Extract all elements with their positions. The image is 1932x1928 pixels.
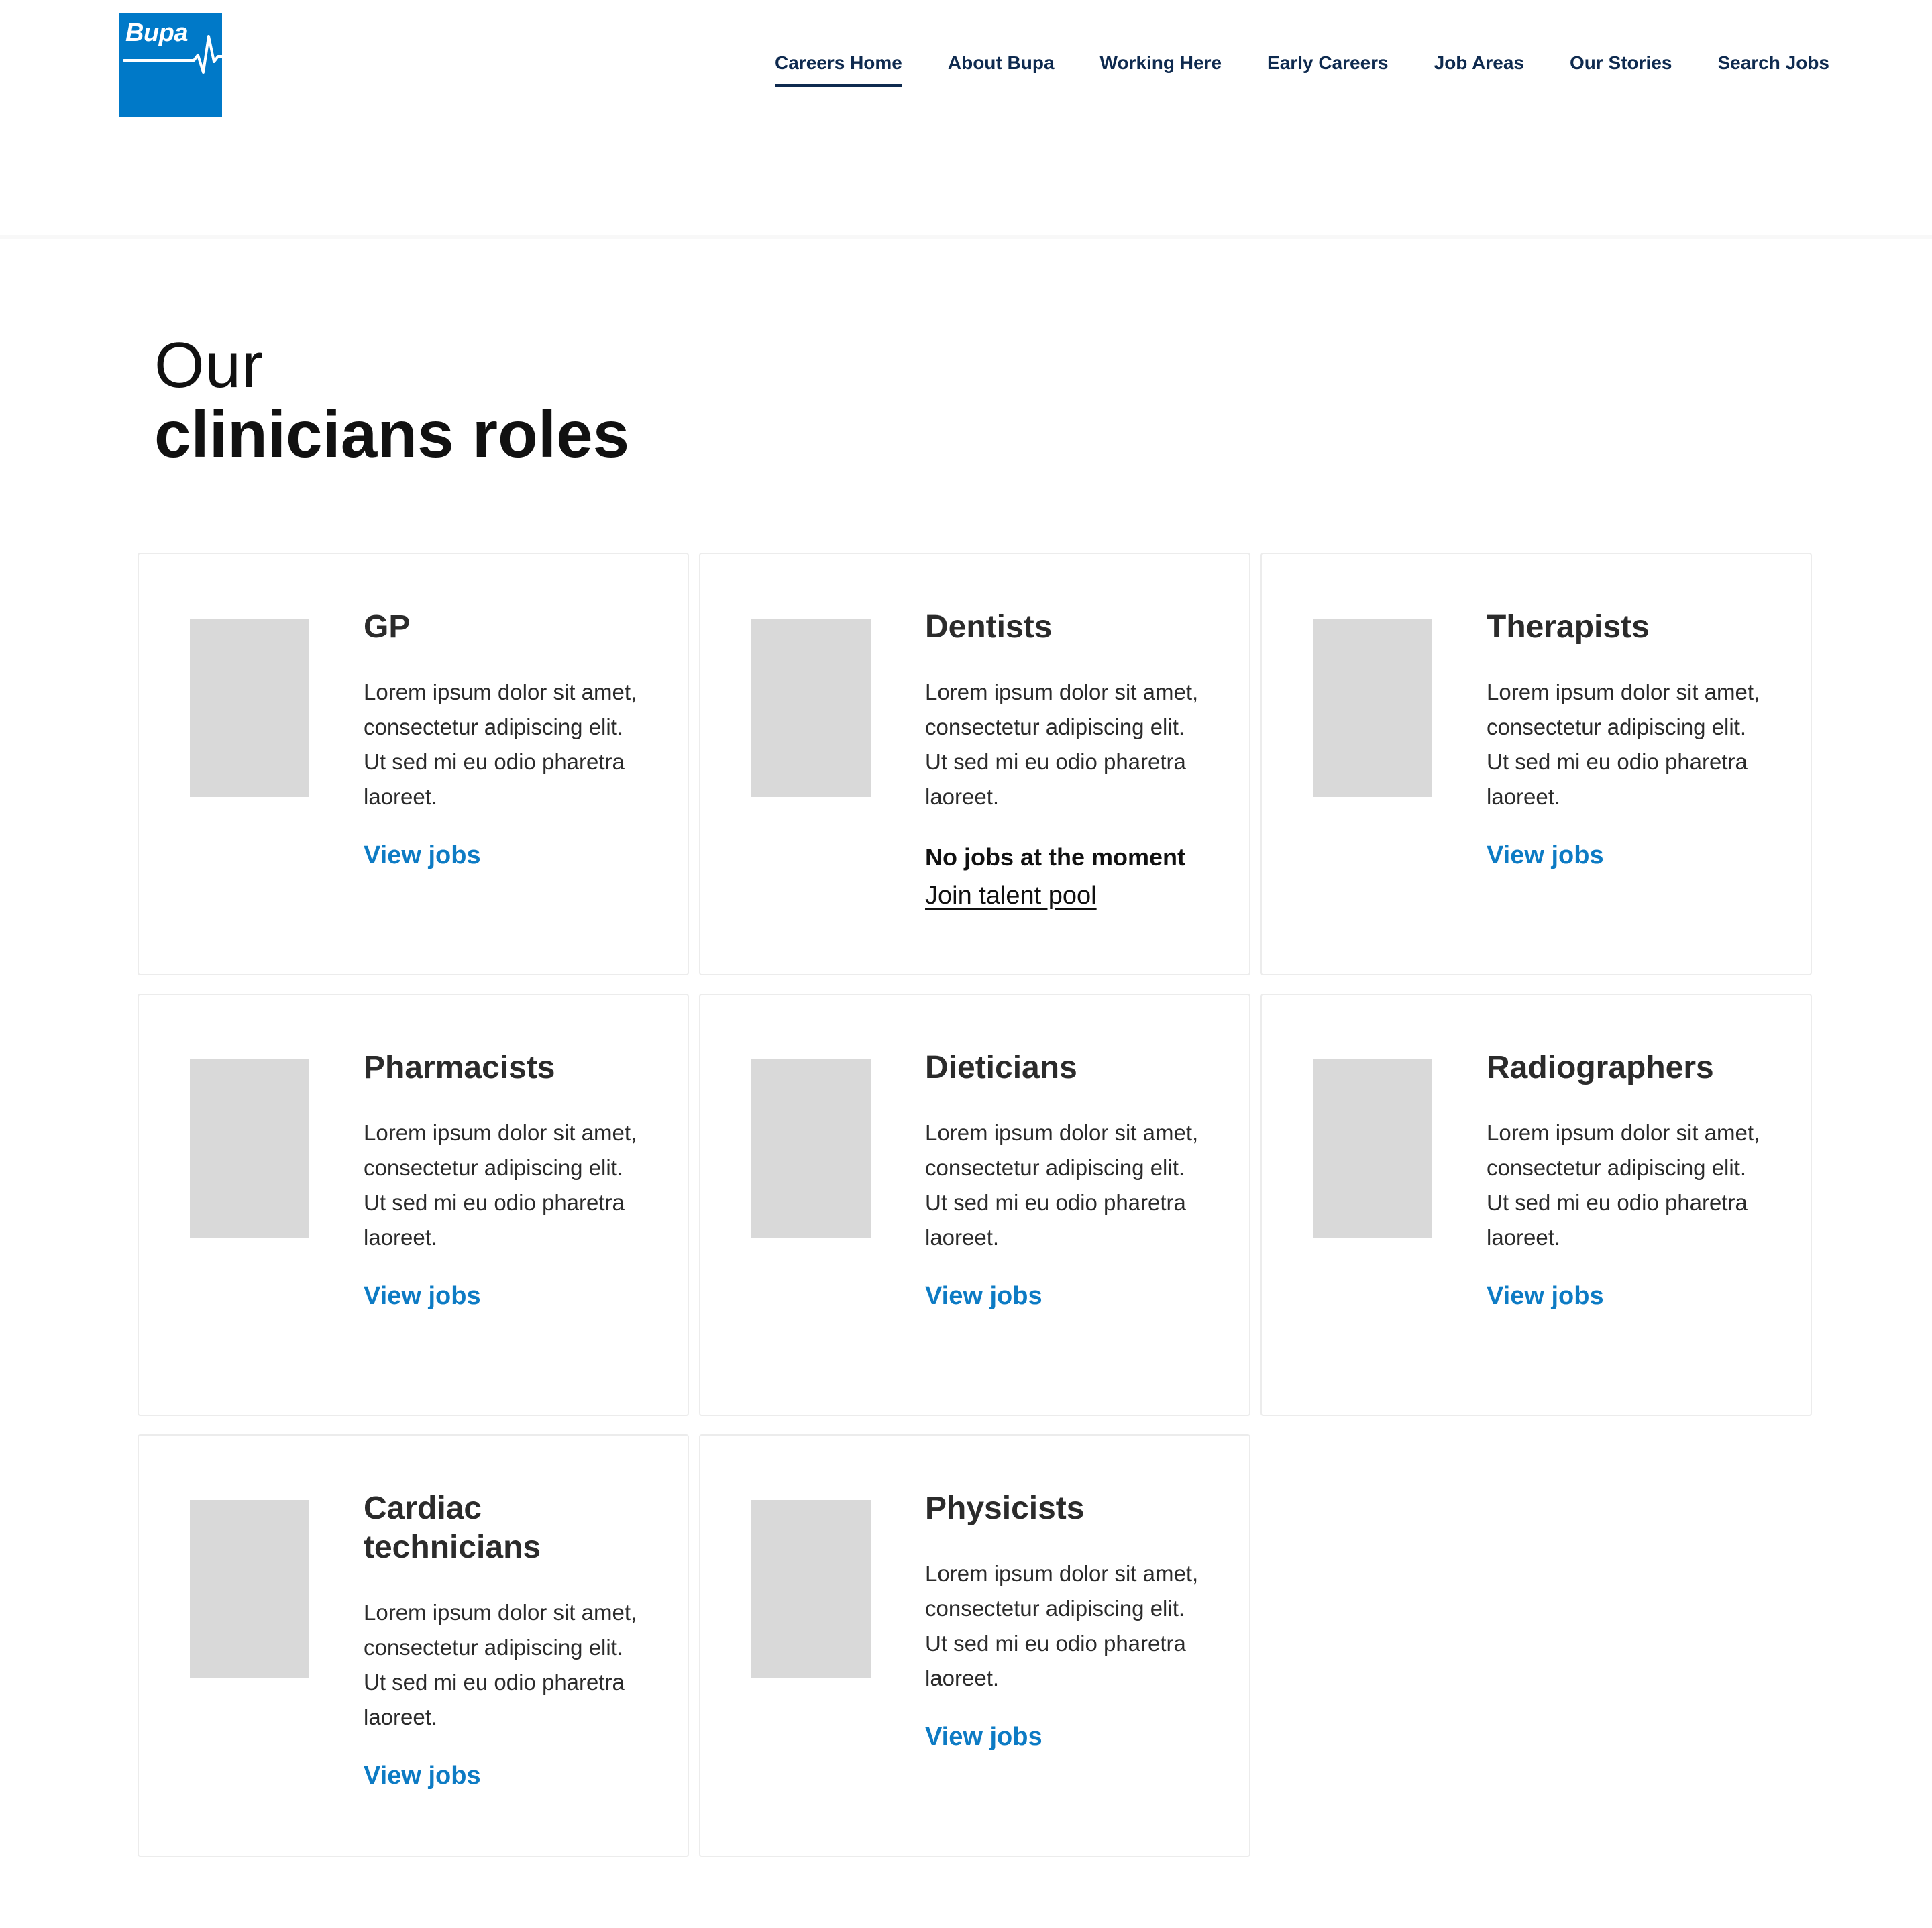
view-jobs-link[interactable]: View jobs [1487,841,1604,870]
view-jobs-link[interactable]: View jobs [1487,1282,1604,1311]
bupa-logo[interactable]: Bupa [119,13,222,117]
heartbeat-icon [123,35,222,74]
no-jobs-message: No jobs at the moment [925,843,1186,871]
role-card-therapists: Therapists Lorem ipsum dolor sit amet, c… [1260,553,1812,975]
page-title-line1: Our [154,329,264,401]
role-image-placeholder [751,619,871,797]
role-image-placeholder [190,1500,309,1678]
view-jobs-link[interactable]: View jobs [925,1723,1042,1752]
view-jobs-link[interactable]: View jobs [364,841,481,870]
role-title: Therapists [1487,609,1650,645]
site-header: Bupa Careers Home About Bupa Working Her… [0,0,1932,239]
role-card-content: Dieticians Lorem ipsum dolor sit amet, c… [925,1049,1234,1311]
role-card-gp: GP Lorem ipsum dolor sit amet, consectet… [138,553,689,975]
role-card-content: Radiographers Lorem ipsum dolor sit amet… [1487,1049,1795,1311]
role-image-placeholder [1313,619,1432,797]
view-jobs-link[interactable]: View jobs [364,1762,481,1790]
role-description: Lorem ipsum dolor sit amet, consectetur … [364,1600,637,1729]
nav-careers-home[interactable]: Careers Home [775,52,902,87]
role-title: Physicists [925,1491,1085,1526]
role-title: Cardiac technicians [364,1491,541,1565]
nav-search-jobs[interactable]: Search Jobs [1717,52,1829,74]
role-image-placeholder [190,1059,309,1238]
role-description: Lorem ipsum dolor sit amet, consectetur … [364,1120,637,1250]
role-card-content: Cardiac technicians Lorem ipsum dolor si… [364,1489,672,1790]
role-description: Lorem ipsum dolor sit amet, consectetur … [925,680,1199,809]
role-description: Lorem ipsum dolor sit amet, consectetur … [925,1120,1199,1250]
role-card-pharmacists: Pharmacists Lorem ipsum dolor sit amet, … [138,994,689,1416]
nav-our-stories[interactable]: Our Stories [1570,52,1672,74]
roles-grid: GP Lorem ipsum dolor sit amet, consectet… [138,553,1812,1857]
role-image-placeholder [751,1500,871,1678]
role-title: Dieticians [925,1050,1077,1085]
role-card-content: Pharmacists Lorem ipsum dolor sit amet, … [364,1049,672,1311]
role-image-placeholder [190,619,309,797]
view-jobs-link[interactable]: View jobs [364,1282,481,1311]
role-card-cardiac-technicians: Cardiac technicians Lorem ipsum dolor si… [138,1434,689,1857]
role-image-placeholder [751,1059,871,1238]
role-card-content: Dentists Lorem ipsum dolor sit amet, con… [925,608,1234,910]
nav-working-here[interactable]: Working Here [1100,52,1222,74]
role-card-content: Physicists Lorem ipsum dolor sit amet, c… [925,1489,1234,1752]
main-nav: Careers Home About Bupa Working Here Ear… [775,52,1829,87]
nav-job-areas[interactable]: Job Areas [1434,52,1524,74]
view-jobs-link[interactable]: View jobs [925,1282,1042,1311]
nav-about-bupa[interactable]: About Bupa [948,52,1055,74]
role-description: Lorem ipsum dolor sit amet, consectetur … [1487,1120,1760,1250]
role-card-physicists: Physicists Lorem ipsum dolor sit amet, c… [699,1434,1250,1857]
role-title: Pharmacists [364,1050,555,1085]
role-card-dentists: Dentists Lorem ipsum dolor sit amet, con… [699,553,1250,975]
role-image-placeholder [1313,1059,1432,1238]
role-card-dieticians: Dieticians Lorem ipsum dolor sit amet, c… [699,994,1250,1416]
role-description: Lorem ipsum dolor sit amet, consectetur … [925,1561,1199,1691]
page-title: Our clinicians roles [154,329,630,471]
role-card-radiographers: Radiographers Lorem ipsum dolor sit amet… [1260,994,1812,1416]
role-description: Lorem ipsum dolor sit amet, consectetur … [1487,680,1760,809]
role-title: Dentists [925,609,1053,645]
join-talent-pool-link[interactable]: Join talent pool [925,881,1097,910]
role-card-content: GP Lorem ipsum dolor sit amet, consectet… [364,608,672,870]
role-card-content: Therapists Lorem ipsum dolor sit amet, c… [1487,608,1795,870]
role-description: Lorem ipsum dolor sit amet, consectetur … [364,680,637,809]
nav-early-careers[interactable]: Early Careers [1267,52,1389,74]
role-title: Radiographers [1487,1050,1714,1085]
page-title-line2: clinicians roles [154,397,630,471]
role-title: GP [364,609,411,645]
